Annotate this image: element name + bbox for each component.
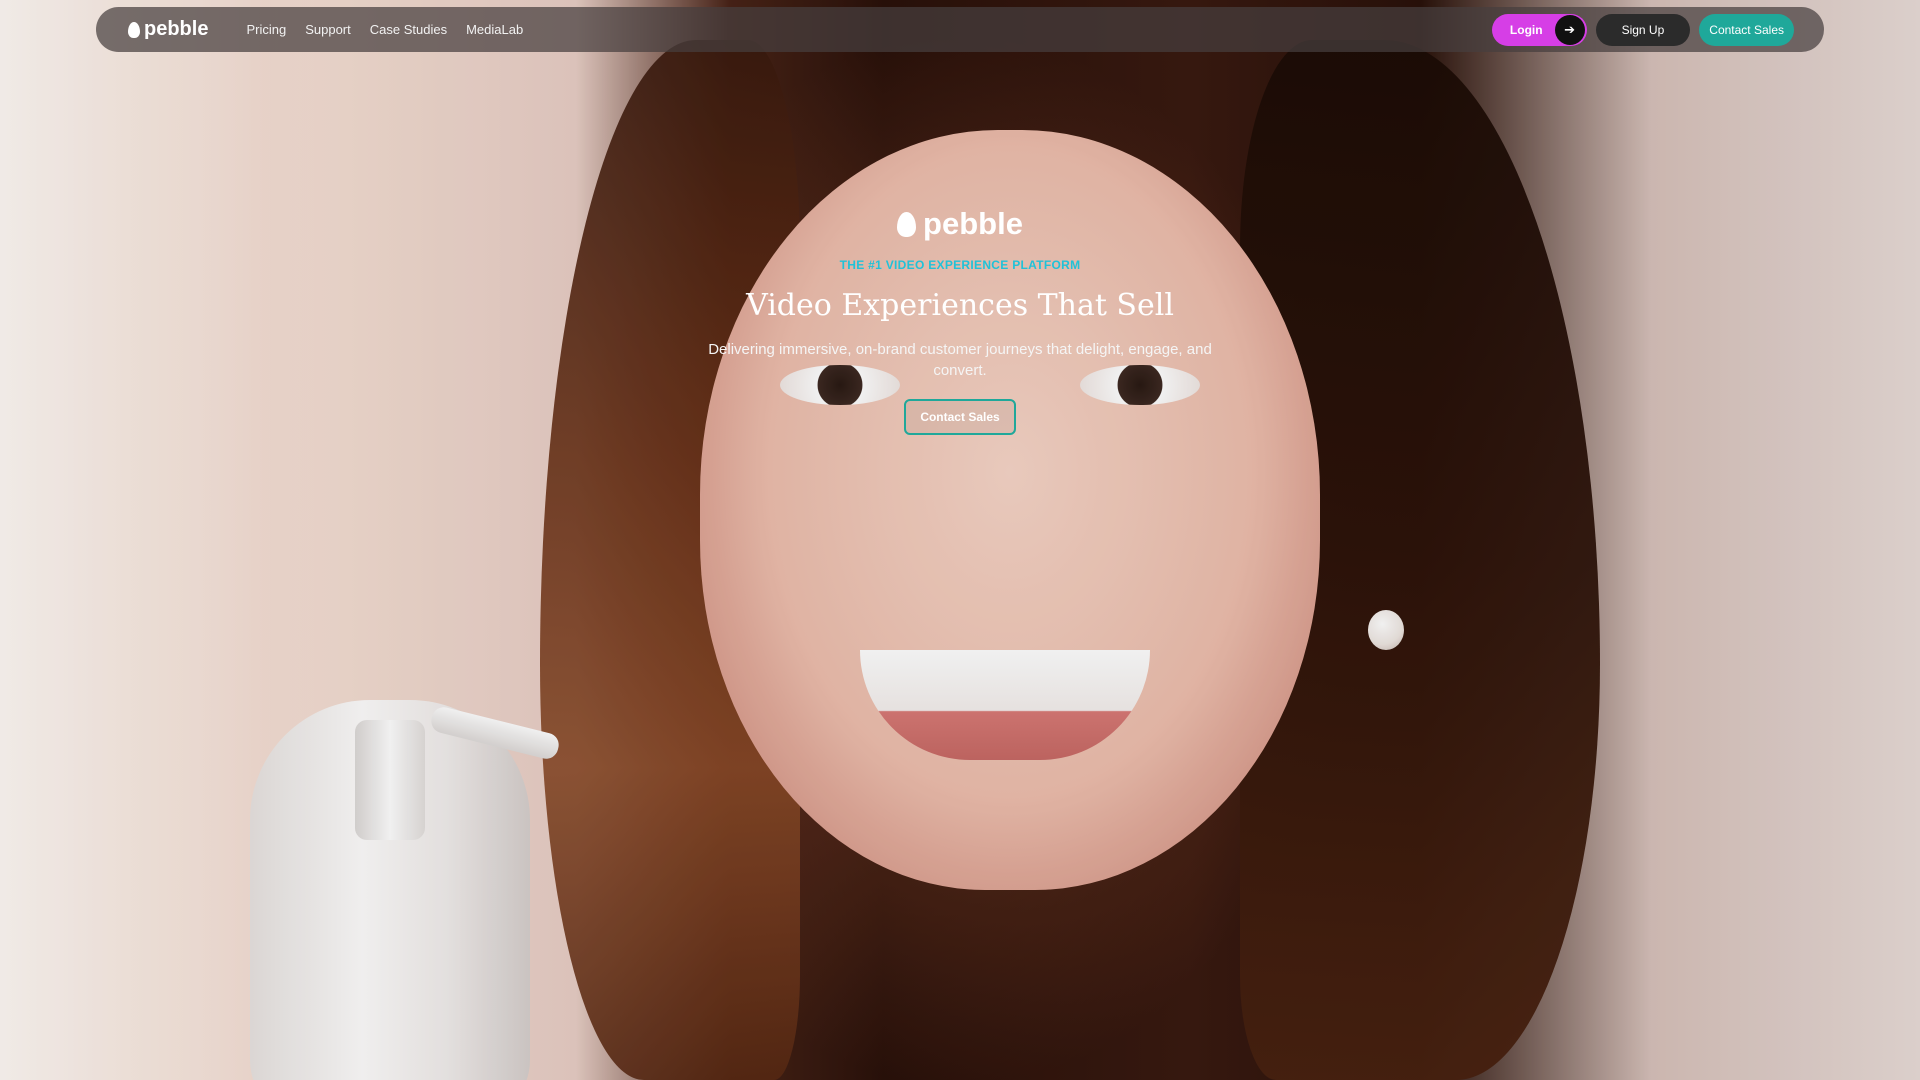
nav-link-pricing[interactable]: Pricing	[246, 22, 286, 37]
login-button[interactable]: Login ➔	[1491, 13, 1587, 46]
nav-contact-sales-button[interactable]: Contact Sales	[1699, 13, 1794, 46]
hero-eyebrow: THE #1 VIDEO EXPERIENCE PLATFORM	[839, 258, 1081, 272]
nav-link-case-studies[interactable]: Case Studies	[370, 22, 447, 37]
hero-logo-text: pebble	[923, 206, 1023, 241]
nav-logo-text: pebble	[144, 18, 209, 40]
arrow-right-icon: ➔	[1554, 14, 1585, 45]
hero-section: pebble Pricing Support Case Studies Medi…	[0, 0, 1920, 1080]
signup-button[interactable]: Sign Up	[1595, 13, 1691, 46]
nav-links: Pricing Support Case Studies MediaLab	[246, 22, 523, 37]
hero-contact-sales-button[interactable]: Contact Sales	[904, 399, 1016, 435]
hero-headline: Video Experiences That Sell	[746, 288, 1174, 323]
nav-link-medialab[interactable]: MediaLab	[466, 22, 523, 37]
login-label: Login	[1509, 22, 1543, 37]
hero-content: pebble THE #1 VIDEO EXPERIENCE PLATFORM …	[0, 206, 1920, 435]
hero-subheadline: Delivering immersive, on-brand customer …	[708, 341, 1212, 379]
pebble-logo-icon	[128, 21, 140, 38]
pebble-logo-icon	[897, 211, 917, 237]
background-shade	[0, 0, 1920, 1080]
nav-actions: Login ➔ Sign Up Contact Sales	[1491, 13, 1794, 46]
nav-link-support[interactable]: Support	[305, 22, 351, 37]
nav-logo[interactable]: pebble	[128, 18, 208, 41]
top-navbar: pebble Pricing Support Case Studies Medi…	[96, 7, 1824, 52]
hero-logo: pebble	[897, 206, 1023, 242]
